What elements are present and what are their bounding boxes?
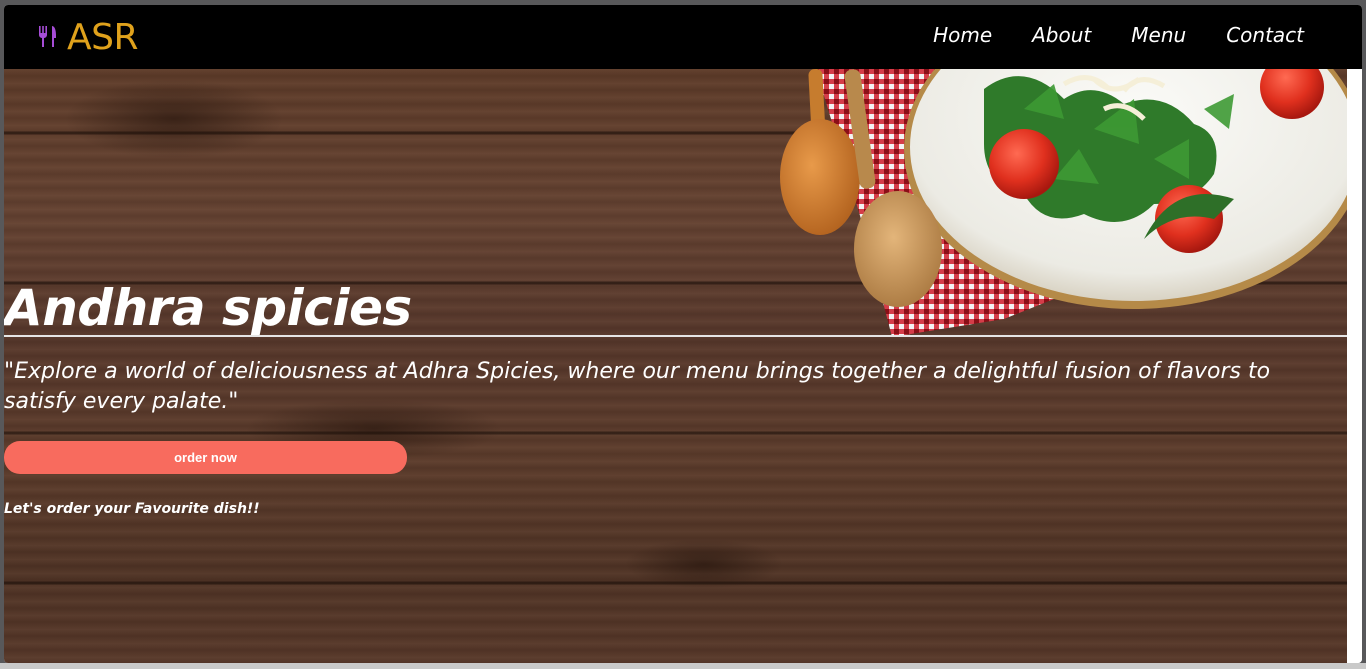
wood-knot (624, 539, 784, 589)
hero-cta-text: Let's order your Favourite dish!! (4, 501, 260, 517)
browser-frame: ASR Home About Menu Contact Andhra spici… (0, 0, 1366, 669)
page-viewport: ASR Home About Menu Contact Andhra spici… (4, 5, 1362, 663)
nav-home-link[interactable]: Home (933, 23, 992, 47)
fork-knife-icon (39, 26, 56, 47)
navbar: ASR Home About Menu Contact (4, 5, 1362, 69)
brand-name: ASR (67, 16, 139, 58)
nav-about-link[interactable]: About (1032, 23, 1091, 47)
nav-contact-link[interactable]: Contact (1226, 23, 1304, 47)
hero-section: Andhra spicies "Explore a world of delic… (4, 69, 1347, 663)
hero-title: Andhra spicies (4, 279, 412, 337)
hero-divider (4, 335, 1347, 337)
taskbar-strip (0, 663, 1366, 669)
order-now-button[interactable]: order now (4, 441, 407, 474)
page-right-gutter (1347, 69, 1362, 663)
brand-logo[interactable]: ASR (37, 16, 139, 58)
nav-menu-link[interactable]: Menu (1131, 23, 1186, 47)
wood-knot (64, 79, 284, 159)
main-nav: Home About Menu Contact (933, 23, 1304, 47)
hero-quote: "Explore a world of deliciousness at Adh… (4, 359, 1271, 414)
